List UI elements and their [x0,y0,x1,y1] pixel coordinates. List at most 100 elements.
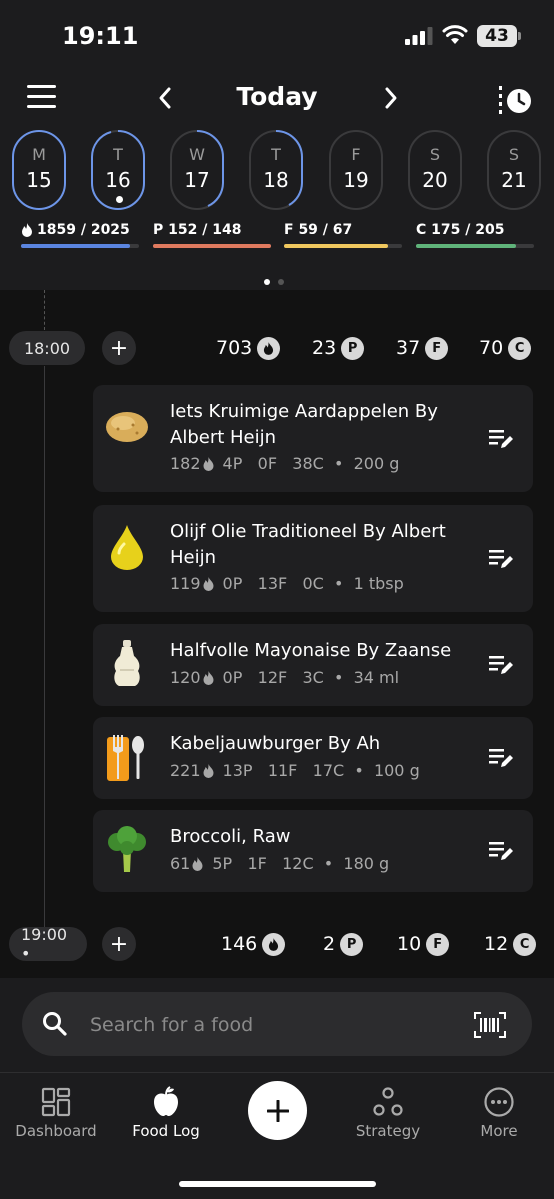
day-monday[interactable]: M 15 [12,130,66,210]
protein-value: 2 [323,933,336,955]
fat-label: F 59 / 67 [284,222,353,238]
food-name: Olijf Olie Traditioneel By Albert Heijn [170,521,446,568]
protein-value: 23 [312,337,337,359]
add-button[interactable] [248,1081,307,1140]
tab-more[interactable]: More [444,1086,554,1140]
battery-icon: 43 [477,25,517,47]
cutlery-icon [107,735,144,781]
protein-summary: P 152 / 148 [153,222,271,248]
calories-label: 1859 / 2025 [37,222,130,238]
cell-signal-icon [405,27,433,45]
previous-day-icon[interactable] [152,84,180,112]
flame-icon [192,856,203,871]
day-letter: M [32,145,46,164]
meal-header-1900: 19:00 • + 146 2 P 10 F 12 C [0,925,554,963]
food-meta: 221 13P 11F 17C • 100 g [170,761,420,780]
food-entry[interactable]: Kabeljauwburger By Ah 221 13P 11F 17C • … [93,717,533,799]
kcal-value: 703 [216,337,253,359]
food-macros: 0P 12F 3C • 34 ml [222,668,400,687]
fat-value: 10 [397,933,422,955]
edit-entry-icon[interactable] [489,839,515,863]
day-progress-ring [196,130,224,207]
history-icon[interactable] [496,84,534,116]
page-dot-active [264,279,270,285]
food-entry[interactable]: Olijf Olie Traditioneel By Albert Heijn … [93,505,533,612]
food-name: Halfvolle Mayonaise By Zaanse [170,640,452,661]
protein-label: P 152 / 148 [153,222,242,238]
top-bar: Today [0,72,554,126]
day-wednesday[interactable]: W 17 [170,130,224,210]
fat-badge: F [426,932,450,956]
food-entry[interactable]: Halfvolle Mayonaise By Zaanse 120 0P 12F… [93,624,533,706]
meal-time-chip[interactable]: 19:00 • [9,925,87,963]
search-input[interactable] [90,1012,450,1038]
day-friday[interactable]: F 19 [329,130,383,210]
tab-label: Food Log [132,1122,200,1140]
search-icon [43,1012,67,1036]
protein-badge: P [340,932,364,956]
food-entry[interactable]: Iets Kruimige Aardappelen By Albert Heij… [93,385,533,492]
page-indicator [264,270,294,285]
carbs-badge: C [508,336,532,360]
add-food-button[interactable]: + [102,331,136,365]
edit-entry-icon[interactable] [489,427,515,451]
food-macros: 0P 13F 0C • 1 tbsp [222,574,404,593]
edit-entry-icon[interactable] [489,746,515,770]
day-progress-ring [275,130,303,206]
food-entry[interactable]: Broccoli, Raw 61 5P 1F 12C • 180 g [93,810,533,892]
food-name: Iets Kruimige Aardappelen By Albert Heij… [170,401,438,448]
day-saturday[interactable]: S 20 [408,130,462,210]
status-time: 19:11 [62,22,139,50]
apple-icon [154,1086,178,1116]
flame-icon [203,456,214,471]
divider [0,1072,554,1073]
macro-summary: 1859 / 2025 P 152 / 148 F 59 / 67 C 175 … [0,222,554,252]
flame-icon [22,223,32,237]
timeline-dash [44,290,45,330]
tab-label: More [480,1122,518,1140]
food-macros: 4P 0F 38C • 200 g [222,454,400,473]
carbs-bar [416,244,517,248]
day-number: 21 [501,168,527,192]
day-sunday[interactable]: S 21 [487,130,541,210]
meal-time-chip[interactable]: 18:00 [9,331,85,365]
add-food-button[interactable]: + [102,927,136,961]
plus-icon [266,1099,289,1122]
flame-icon [203,670,214,685]
page-dot [278,279,284,285]
more-icon [484,1087,514,1117]
day-tuesday-selected[interactable]: T 16 [91,130,145,210]
food-name: Kabeljauwburger By Ah [170,733,381,754]
meal-carbs-total: 70 C [479,331,532,365]
timeline-line [44,366,45,928]
calories-bar [21,244,130,248]
fat-summary: F 59 / 67 [284,222,402,248]
kcal-value: 146 [221,933,258,955]
dashboard-icon [41,1087,71,1117]
food-search-bar[interactable] [22,992,532,1056]
calories-summary: 1859 / 2025 [21,222,139,248]
next-day-icon[interactable] [376,84,404,112]
day-letter: F [351,145,361,164]
page-title: Today [236,82,318,111]
day-thursday[interactable]: T 18 [249,130,303,210]
tab-food-log[interactable]: Food Log [111,1086,221,1140]
oil-drop-icon [111,525,143,570]
flame-icon [203,763,214,778]
broccoli-icon [108,826,146,872]
day-number: 20 [422,168,448,192]
meal-fat-total: 10 F [397,927,450,961]
food-name: Broccoli, Raw [170,826,291,847]
tab-strategy[interactable]: Strategy [333,1086,443,1140]
food-kcal: 221 [170,761,201,780]
wifi-icon [442,25,468,44]
barcode-scanner-icon[interactable] [474,1012,506,1038]
food-meta: 119 0P 13F 0C • 1 tbsp [170,574,404,593]
flame-icon [262,932,286,956]
header: 19:11 43 Today M 15 T 16 W 17 T 18 F 19 … [0,0,554,290]
menu-icon[interactable] [27,85,56,109]
edit-entry-icon[interactable] [489,653,515,677]
carbs-value: 12 [484,933,509,955]
edit-entry-icon[interactable] [489,547,515,571]
tab-dashboard[interactable]: Dashboard [1,1086,111,1140]
